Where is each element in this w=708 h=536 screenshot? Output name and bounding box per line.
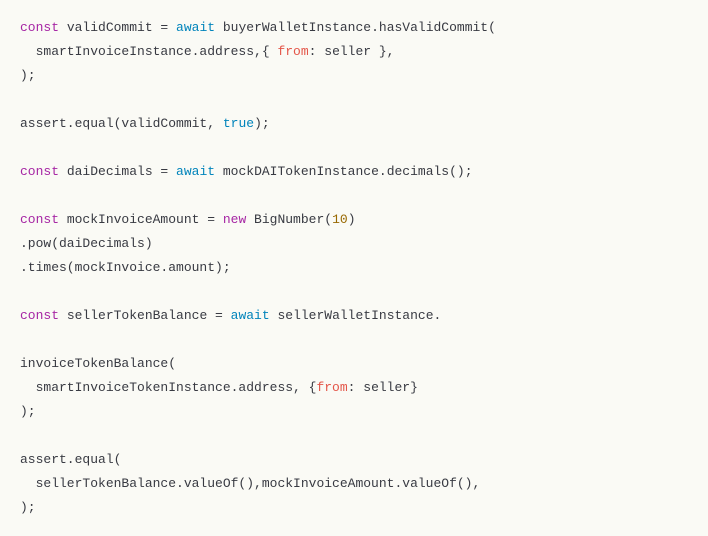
code-token: const	[20, 308, 59, 323]
code-token: await	[231, 308, 270, 323]
code-token: validCommit =	[59, 20, 176, 35]
code-token: daiDecimals =	[59, 164, 176, 179]
code-token: new	[223, 212, 246, 227]
code-content: const validCommit = await buyerWalletIns…	[20, 20, 496, 515]
code-token: await	[176, 20, 215, 35]
code-token: );	[254, 116, 270, 131]
code-token: mockDAITokenInstance.decimals();	[215, 164, 472, 179]
code-token: 10	[332, 212, 348, 227]
code-token: BigNumber(	[246, 212, 332, 227]
code-token: : seller} ); assert.equal( sellerTokenBa…	[20, 380, 480, 515]
code-token: const	[20, 212, 59, 227]
code-token: true	[223, 116, 254, 131]
code-token: await	[176, 164, 215, 179]
code-token: const	[20, 20, 59, 35]
code-token: from	[316, 380, 347, 395]
code-token: mockInvoiceAmount =	[59, 212, 223, 227]
code-block: const validCommit = await buyerWalletIns…	[0, 0, 708, 536]
code-token: from	[277, 44, 308, 59]
code-token: sellerTokenBalance =	[59, 308, 231, 323]
code-token: const	[20, 164, 59, 179]
